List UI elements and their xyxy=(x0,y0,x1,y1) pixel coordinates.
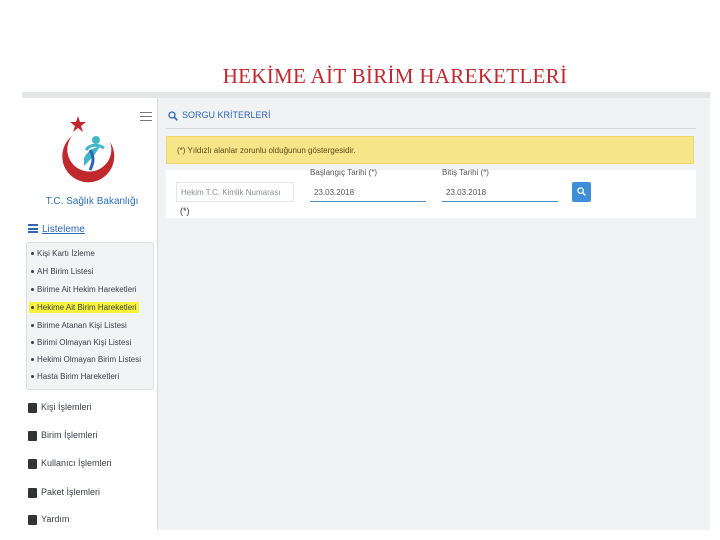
brand-name: T.C. Sağlık Bakanlığı xyxy=(45,196,139,207)
list-item-hasta-birim[interactable]: Hasta Birim Hareketleri xyxy=(31,372,119,381)
start-date-input[interactable]: 23.03.2018 xyxy=(310,182,426,202)
hekim-tc-input[interactable]: Hekim T.C. Kimlik Numarası xyxy=(176,182,294,202)
required-fields-warning: (*) Yıldızlı alanlar zorunlu olduğunun g… xyxy=(166,136,694,164)
list-item-ah-birim[interactable]: AH Birim Listesi xyxy=(31,267,93,276)
main-content: SORGU KRİTERLERİ (*) Yıldızlı alanlar zo… xyxy=(158,98,710,530)
panel-title: SORGU KRİTERLERİ xyxy=(168,110,271,121)
panel-divider xyxy=(166,128,696,129)
nav-kisi-islemleri[interactable]: Kişi İşlemleri xyxy=(28,402,92,413)
end-date-label: Bitiş Tarihi (*) xyxy=(442,168,489,177)
start-date-label: Başlangıç Tarihi (*) xyxy=(310,168,377,177)
app-screenshot: T.C. Sağlık Bakanlığı Listeleme Kişi Kar… xyxy=(22,92,710,530)
ministry-logo xyxy=(62,116,115,183)
search-button[interactable] xyxy=(572,182,591,202)
search-icon xyxy=(577,187,586,196)
search-icon xyxy=(168,110,178,121)
list-item-birime-ait-hekim[interactable]: Birime Ait Hekim Hareketleri xyxy=(31,285,137,294)
tc-required-mark: (*) xyxy=(180,206,190,216)
menu-toggle-icon[interactable] xyxy=(140,112,152,122)
list-item-birime-atanan[interactable]: Birime Atanan Kişi Listesi xyxy=(31,321,127,330)
id-card-icon xyxy=(28,430,37,441)
list-item-kisi-karti[interactable]: Kişi Kartı İzleme xyxy=(31,249,95,258)
list-item-hekimi-olmayan[interactable]: Hekimi Olmayan Birim Listesi xyxy=(31,355,141,364)
nav-birim-islemleri[interactable]: Birim İşlemleri xyxy=(28,430,98,441)
end-date-input[interactable]: 23.03.2018 xyxy=(442,182,558,202)
user-card-icon xyxy=(28,402,37,413)
user-icon xyxy=(28,458,37,469)
sidebar: T.C. Sağlık Bakanlığı Listeleme Kişi Kar… xyxy=(22,98,158,530)
help-icon xyxy=(28,514,37,525)
nav-yardim[interactable]: Yardım xyxy=(28,514,69,525)
list-item-hekime-ait-birim[interactable]: Hekime Ait Birim Hareketleri xyxy=(29,302,139,313)
nav-kullanici-islemleri[interactable]: Kullanıcı İşlemleri xyxy=(28,458,112,469)
search-form: Hekim T.C. Kimlik Numarası (*) Başlangıç… xyxy=(166,168,696,218)
slide-title: HEKİME AİT BİRİM HAREKETLERİ xyxy=(222,64,568,88)
listeleme-menu: Kişi Kartı İzleme AH Birim Listesi Birim… xyxy=(26,242,154,390)
nav-paket-islemleri[interactable]: Paket İşlemleri xyxy=(28,487,100,498)
list-item-birimi-olmayan[interactable]: Birimi Olmayan Kişi Listesi xyxy=(31,338,131,347)
folder-icon xyxy=(28,487,37,498)
listeleme-heading[interactable]: Listeleme xyxy=(28,224,85,235)
